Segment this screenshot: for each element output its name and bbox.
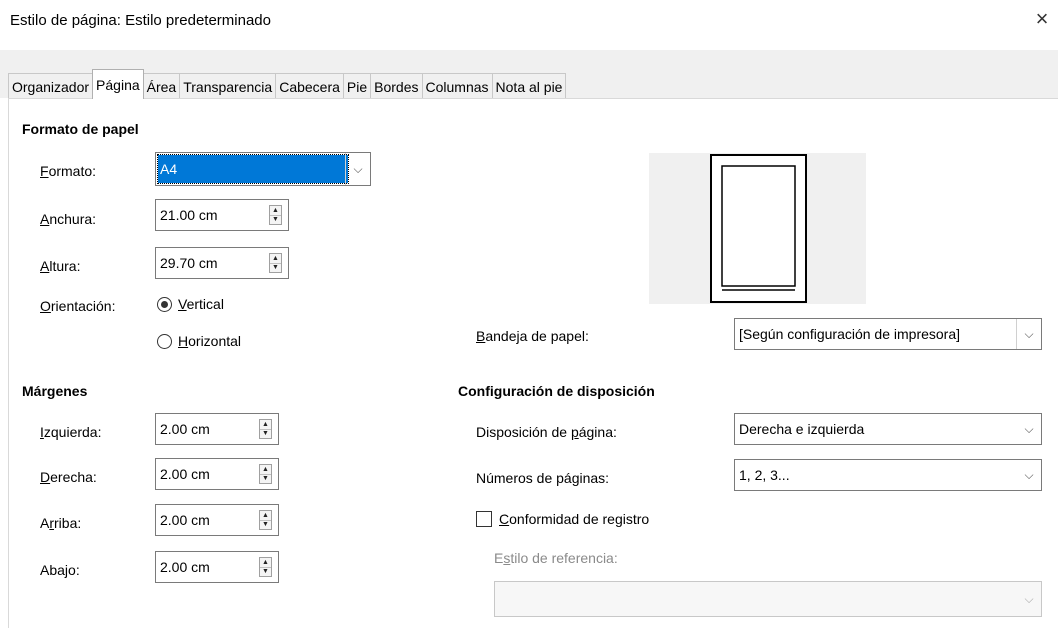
vertical-label: Vertical [178, 296, 224, 312]
paper-format-heading: Formato de papel [22, 121, 139, 137]
format-label: Formato: [40, 163, 97, 179]
spin-up-icon[interactable]: ▲ [270, 206, 281, 216]
format-select[interactable]: A4 ⌵ [155, 152, 371, 186]
chevron-down-icon[interactable]: ⌵ [345, 153, 370, 185]
margin-right-label: Derecha: [40, 469, 97, 485]
height-spinbox[interactable]: 29.70 cm ▲ ▼ [155, 247, 289, 279]
spin-up-icon[interactable]: ▲ [260, 420, 271, 430]
reference-style-select: ⌵ [494, 581, 1042, 617]
margin-right-spinbox[interactable]: 2.00 cm ▲ ▼ [155, 458, 279, 490]
tab-organizador[interactable]: Organizador [8, 73, 94, 99]
horizontal-label: Horizontal [178, 333, 242, 349]
margin-left-label: Izquierda: [40, 424, 102, 440]
margin-bottom-value: 2.00 cm [160, 559, 210, 575]
window-title: Estilo de página: Estilo predeterminado [10, 12, 271, 29]
margin-right-value: 2.00 cm [160, 466, 210, 482]
page-layout-select[interactable]: Derecha e izquierda ⌵ [734, 413, 1042, 445]
margin-bottom-label: Abajo: [40, 562, 80, 578]
spin-down-icon[interactable]: ▼ [260, 568, 271, 577]
margin-left-spin-buttons[interactable]: ▲ ▼ [259, 419, 272, 439]
spin-down-icon[interactable]: ▼ [260, 475, 271, 484]
margin-left-spinbox[interactable]: 2.00 cm ▲ ▼ [155, 413, 279, 445]
page-numbers-value: 1, 2, 3... [739, 467, 790, 483]
width-label: Anchura: [40, 211, 97, 227]
spin-up-icon[interactable]: ▲ [260, 558, 271, 568]
margin-bottom-spin-buttons[interactable]: ▲ ▼ [259, 557, 272, 577]
page-numbers-select[interactable]: 1, 2, 3... ⌵ [734, 459, 1042, 491]
margins-heading: Márgenes [22, 383, 88, 399]
orientation-vertical-radio[interactable]: Vertical [157, 296, 224, 312]
margin-top-value: 2.00 cm [160, 512, 210, 528]
paper-tray-value: [Según configuración de impresora] [739, 326, 961, 342]
page-layout-label: Disposición de página: [476, 424, 617, 440]
margin-top-label: Arriba: [40, 515, 82, 531]
width-spin-buttons[interactable]: ▲ ▼ [269, 205, 282, 225]
chevron-down-icon[interactable]: ⌵ [1017, 460, 1041, 490]
spin-down-icon[interactable]: ▼ [260, 430, 271, 439]
chevron-down-icon[interactable]: ⌵ [1016, 319, 1041, 349]
tab-pagina[interactable]: Página [92, 69, 144, 99]
spin-down-icon[interactable]: ▼ [270, 264, 281, 273]
radio-unchecked-icon[interactable] [157, 333, 172, 349]
paper-tray-label: Bandeja de papel: [476, 328, 589, 344]
tab-nota-al-pie[interactable]: Nota al pie [491, 73, 567, 99]
radio-checked-icon[interactable] [157, 296, 172, 312]
page-preview [649, 153, 866, 304]
orientation-horizontal-radio[interactable]: Horizontal [157, 333, 241, 349]
page-preview-icon [710, 154, 807, 303]
height-value: 29.70 cm [160, 255, 218, 271]
orientation-label: Orientación: [40, 298, 116, 314]
page-numbers-label: Números de páginas: [476, 470, 610, 486]
paper-tray-select[interactable]: [Según configuración de impresora] ⌵ [734, 318, 1042, 350]
width-spinbox[interactable]: 21.00 cm ▲ ▼ [155, 199, 289, 231]
margin-top-spin-buttons[interactable]: ▲ ▼ [259, 510, 272, 530]
close-icon[interactable]: × [1030, 6, 1054, 32]
height-label: Altura: [40, 258, 81, 274]
margin-top-spinbox[interactable]: 2.00 cm ▲ ▼ [155, 504, 279, 536]
reference-style-label: Estilo de referencia: [494, 550, 618, 566]
height-spin-buttons[interactable]: ▲ ▼ [269, 253, 282, 273]
spin-up-icon[interactable]: ▲ [260, 465, 271, 475]
format-select-value: A4 [157, 154, 349, 184]
tab-bordes[interactable]: Bordes [370, 73, 423, 99]
chevron-down-icon[interactable]: ⌵ [1017, 414, 1041, 444]
tab-columnas[interactable]: Columnas [421, 73, 493, 99]
width-value: 21.00 cm [160, 207, 218, 223]
page-layout-value: Derecha e izquierda [739, 421, 865, 437]
layout-heading: Configuración de disposición [458, 383, 655, 399]
spin-down-icon[interactable]: ▼ [270, 216, 281, 225]
spin-up-icon[interactable]: ▲ [270, 254, 281, 264]
tab-row: Organizador Página Área Transparencia Ca… [8, 69, 567, 99]
tab-pie[interactable]: Pie [342, 73, 372, 99]
tab-transparencia[interactable]: Transparencia [179, 73, 277, 99]
checkbox-unchecked-icon[interactable] [476, 511, 492, 527]
margin-right-spin-buttons[interactable]: ▲ ▼ [259, 464, 272, 484]
tab-area[interactable]: Área [142, 73, 181, 99]
spin-down-icon[interactable]: ▼ [260, 521, 271, 530]
spin-up-icon[interactable]: ▲ [260, 511, 271, 521]
margin-left-value: 2.00 cm [160, 421, 210, 437]
register-true-checkbox[interactable]: Conformidad de registro [476, 511, 649, 527]
register-true-label: Conformidad de registro [499, 511, 650, 527]
chevron-down-icon: ⌵ [1024, 591, 1034, 606]
margin-bottom-spinbox[interactable]: 2.00 cm ▲ ▼ [155, 551, 279, 583]
tab-cabecera[interactable]: Cabecera [275, 73, 344, 99]
